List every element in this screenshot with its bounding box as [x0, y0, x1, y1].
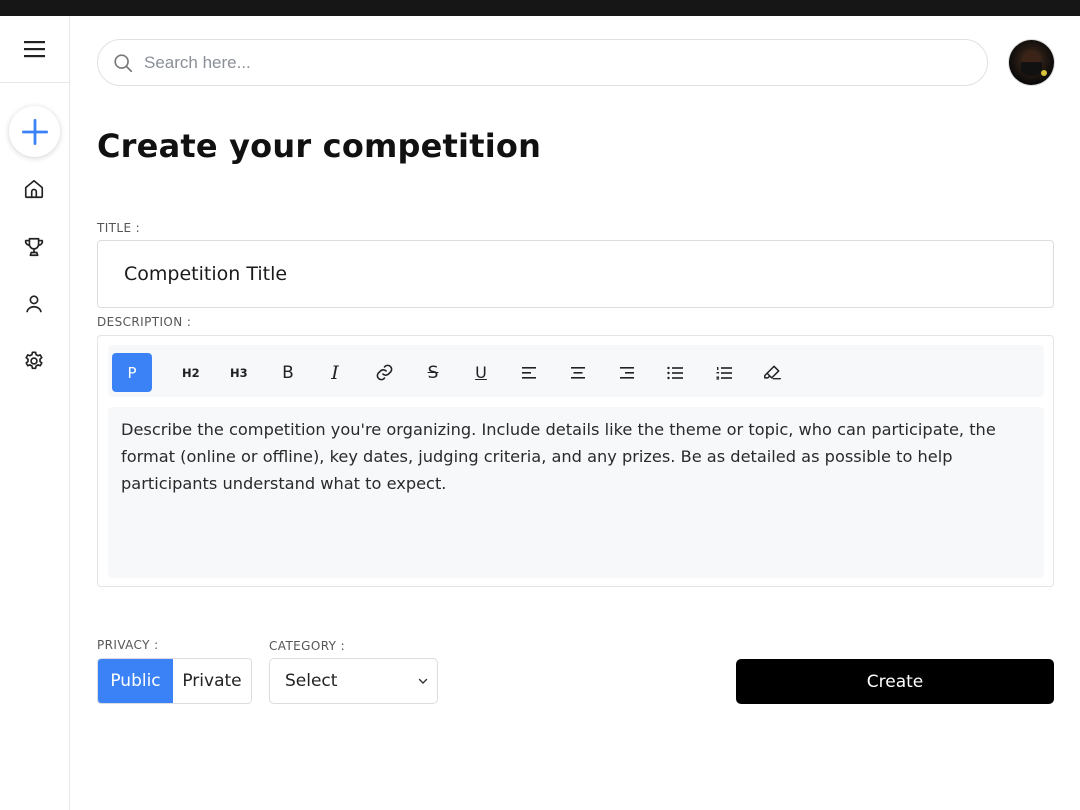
privacy-public-option[interactable]: Public: [98, 659, 173, 703]
description-editor: P H2 H3 B I S U Describe the competition…: [97, 335, 1054, 587]
sidebar-item-profile[interactable]: [14, 284, 54, 324]
sidebar-item-competitions[interactable]: [14, 227, 54, 267]
category-selected-value: Select: [285, 671, 338, 691]
category-select[interactable]: Select: [269, 658, 438, 704]
title-label: TITLE :: [97, 221, 141, 235]
search-icon: [112, 52, 134, 74]
align-center-icon: [570, 366, 586, 380]
plus-icon: [20, 117, 50, 147]
underline-button[interactable]: U: [461, 353, 501, 392]
avatar[interactable]: [1009, 40, 1054, 85]
chevron-down-icon: [417, 676, 429, 686]
top-bar: [0, 0, 1080, 16]
link-icon: [375, 363, 394, 382]
page-title: Create your competition: [97, 127, 542, 165]
create-button[interactable]: Create: [736, 659, 1054, 704]
bullet-list-icon: [666, 366, 684, 380]
search-bar: [97, 39, 988, 86]
heading-2-button[interactable]: H2: [171, 353, 211, 392]
align-right-icon: [619, 366, 635, 380]
heading-3-icon: H3: [230, 366, 248, 380]
privacy-toggle: Public Private: [97, 658, 252, 704]
settings-icon: [23, 350, 45, 372]
user-icon: [23, 293, 45, 315]
numbered-list-button[interactable]: [704, 353, 744, 392]
paragraph-button[interactable]: P: [112, 353, 152, 392]
align-center-button[interactable]: [558, 353, 598, 392]
heading-2-icon: H2: [182, 366, 200, 380]
hamburger-menu-icon[interactable]: [23, 40, 46, 58]
svg-text:H3: H3: [230, 366, 248, 380]
category-label: CATEGORY :: [269, 639, 346, 653]
sidebar: [0, 16, 70, 810]
numbered-list-icon: [716, 366, 733, 380]
align-left-icon: [521, 366, 537, 380]
italic-button[interactable]: I: [315, 353, 355, 392]
privacy-label: PRIVACY :: [97, 638, 159, 652]
description-label: DESCRIPTION :: [97, 315, 192, 329]
privacy-private-option[interactable]: Private: [173, 659, 251, 703]
sidebar-item-home[interactable]: [14, 169, 54, 209]
heading-3-button[interactable]: H3: [219, 353, 259, 392]
search-input[interactable]: [144, 52, 944, 73]
editor-toolbar: P H2 H3 B I S U: [108, 345, 1044, 397]
trophy-icon: [23, 236, 45, 258]
title-input[interactable]: Competition Title: [97, 240, 1054, 308]
sidebar-item-settings[interactable]: [14, 341, 54, 381]
description-text-area[interactable]: Describe the competition you're organizi…: [108, 407, 1044, 578]
strikethrough-button[interactable]: S: [413, 353, 453, 392]
align-left-button[interactable]: [509, 353, 549, 392]
svg-text:H2: H2: [182, 366, 200, 380]
bold-button[interactable]: B: [268, 353, 308, 392]
highlight-button[interactable]: [752, 353, 792, 392]
align-right-button[interactable]: [607, 353, 647, 392]
home-icon: [23, 178, 45, 200]
sidebar-header: [0, 16, 69, 83]
add-competition-button[interactable]: [9, 106, 60, 157]
highlighter-icon: [763, 364, 782, 381]
link-button[interactable]: [364, 353, 404, 392]
bullet-list-button[interactable]: [655, 353, 695, 392]
